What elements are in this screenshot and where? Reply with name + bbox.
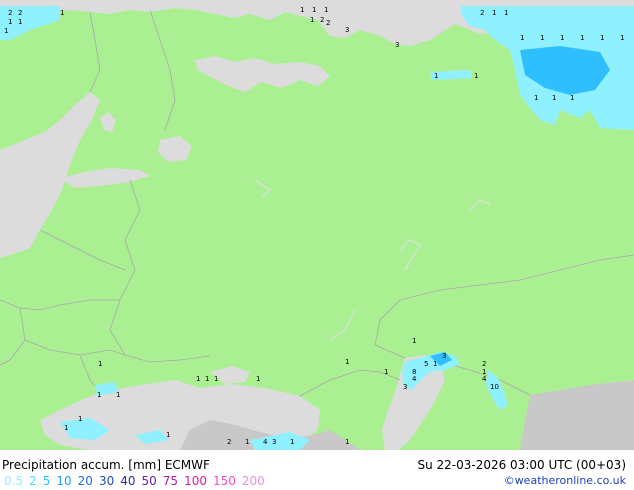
legend-level: 10 [56,474,72,488]
map-title: Precipitation accum. [mm] ECMWF [2,458,210,472]
value-label: 2 [480,9,484,17]
value-label: 2 [18,9,22,17]
value-label: 1 [534,94,538,102]
value-label: 1 [98,360,102,368]
legend-level: 75 [162,474,179,488]
value-label: 3 [345,26,349,34]
value-label: 1 [116,391,120,399]
value-label: 3 [403,383,407,391]
value-label: 3 [395,41,399,49]
value-label: 1 [256,375,260,383]
value-label: 2 [8,9,12,17]
value-label: 10 [490,383,499,391]
value-label: 1 [345,438,349,446]
value-label: 1 [205,375,209,383]
value-label: 1 [166,431,170,439]
value-label: 4 [263,438,268,446]
value-label: 1 [214,375,218,383]
value-label: 1 [310,16,314,24]
value-label: 1 [18,18,22,26]
value-label: 1 [600,34,604,42]
value-label: 1 [4,27,8,35]
value-label: 1 [312,6,316,14]
value-label: 1 [520,34,524,42]
legend-level: 2 [29,474,37,488]
value-label: 1 [412,337,416,345]
legend-level: 150 [212,474,236,488]
value-label: 1 [504,9,508,17]
value-label: 1 [78,415,82,423]
legend-level: 50 [141,474,157,488]
value-label: 1 [580,34,584,42]
value-label: 1 [552,94,556,102]
forecast-datetime: Su 22-03-2026 03:00 UTC (00+03) [417,458,626,472]
legend-level: 100 [184,474,207,488]
value-label: 2 [320,16,324,24]
value-label: 1 [324,6,328,14]
value-label: 1 [196,375,200,383]
value-label: 1 [64,424,68,432]
legend-level: 0.5 [4,474,24,488]
value-label: 1 [492,9,496,17]
value-label: 1 [570,94,574,102]
value-label: 1 [97,391,101,399]
legend-level: 20 [77,474,93,488]
legend-level: 200 [241,474,265,488]
value-label: 1 [300,6,304,14]
value-label: 1 [345,358,349,366]
value-label: 2 [482,360,486,368]
value-label: 1 [290,438,294,446]
value-label: 1 [433,360,437,368]
value-label: 1 [540,34,544,42]
value-label: 2 [326,19,330,27]
value-label: 1 [434,72,438,80]
value-label: 4 [412,375,417,383]
legend: 0.5 2 5 10 20 30 40 50 75 100 150 200 [4,474,271,488]
value-label: 1 [384,368,388,376]
value-label: 2 [227,438,231,446]
value-label: 1 [560,34,564,42]
value-label: 3 [442,352,446,360]
value-label: 1 [60,9,64,17]
value-label: 1 [474,72,478,80]
legend-level: 5 [42,474,51,488]
value-label: 1 [620,34,624,42]
value-label: 4 [482,375,487,383]
legend-level: 30 [98,474,115,488]
value-label: 1 [245,438,249,446]
value-label: 1 [8,18,12,26]
legend-level: 40 [120,474,136,488]
credit-link[interactable]: ©weatheronline.co.uk [504,474,626,487]
precipitation-map: 2 2 1 1 1 1 1 1 1 1 2 2 3 3 2 1 1 1 1 1 … [0,0,634,450]
value-label: 3 [272,438,276,446]
value-label: 5 [424,360,428,368]
